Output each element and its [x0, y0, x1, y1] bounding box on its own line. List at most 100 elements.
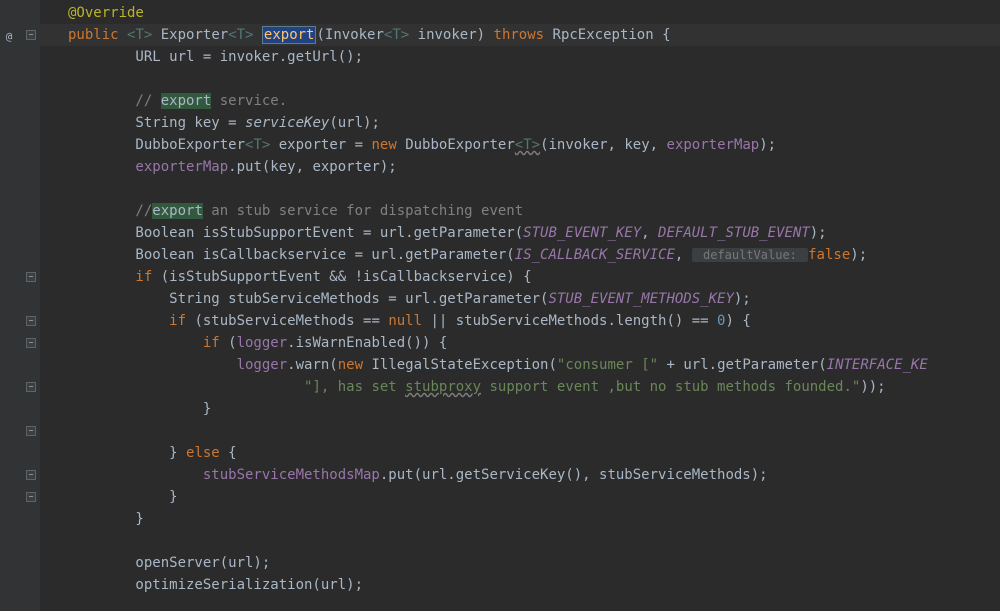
code-line[interactable]: } else { — [40, 442, 1000, 464]
punct: ); — [734, 291, 751, 307]
param-name: invoker) — [409, 27, 493, 43]
code-line[interactable]: } — [40, 398, 1000, 420]
code-line[interactable]: Boolean isStubSupportEvent = url.getPara… — [40, 222, 1000, 244]
constant: IS_CALLBACK_SERVICE — [515, 247, 675, 263]
keyword-new: new — [338, 357, 363, 373]
punct: , — [675, 247, 692, 263]
code-line[interactable] — [40, 68, 1000, 90]
field-ref: stubServiceMethodsMap — [203, 467, 380, 483]
code-line[interactable]: logger.warn(new IllegalStateException("c… — [40, 354, 1000, 376]
statement: ); — [759, 137, 776, 153]
fold-marker[interactable]: − — [26, 492, 36, 502]
code-line[interactable] — [40, 178, 1000, 200]
indent — [68, 467, 203, 483]
keyword-throws: throws — [494, 27, 545, 43]
keyword-if: if — [68, 313, 186, 329]
generics: <T> — [127, 27, 152, 43]
generics: <T> — [228, 27, 253, 43]
code-line[interactable]: "], has set stubproxy support event ,but… — [40, 376, 1000, 398]
code-line[interactable] — [40, 530, 1000, 552]
keyword-else: else — [186, 445, 220, 461]
field-ref: logger — [237, 335, 288, 351]
code-line[interactable]: DubboExporter<T> exporter = new DubboExp… — [40, 134, 1000, 156]
string: "consumer [" — [557, 357, 658, 373]
code-line[interactable]: String stubServiceMethods = url.getParam… — [40, 288, 1000, 310]
string-typo: stubproxy — [405, 379, 481, 395]
params: (Invoker — [316, 27, 383, 43]
fold-marker[interactable]: − — [26, 426, 36, 436]
code-line[interactable]: optimizeSerialization(url); — [40, 574, 1000, 596]
method-call-italic: serviceKey — [245, 115, 329, 131]
indent — [68, 379, 304, 395]
condition: || stubServiceMethods.length() == — [422, 313, 717, 329]
constant: STUB_EVENT_METHODS_KEY — [548, 291, 733, 307]
field-ref: logger — [237, 357, 288, 373]
keyword-public: public — [68, 27, 119, 43]
keyword-if: if — [68, 269, 152, 285]
method-call: .warn( — [287, 357, 338, 373]
comment: an stub service for dispatching event — [203, 203, 523, 219]
keyword-if: if — [68, 335, 220, 351]
search-match: export — [161, 93, 212, 109]
code-line[interactable]: // export service. — [40, 90, 1000, 112]
fold-marker[interactable]: − — [26, 382, 36, 392]
condition: (isStubSupportEvent && !isCallbackservic… — [152, 269, 531, 285]
method-name-highlighted: export — [262, 26, 317, 44]
code-line[interactable]: openServer(url); — [40, 552, 1000, 574]
code-line[interactable]: URL url = invoker.getUrl(); — [40, 46, 1000, 68]
override-gutter-icon[interactable]: @ — [2, 26, 16, 40]
exception-type: RpcException { — [544, 27, 670, 43]
code-line[interactable]: public <T> Exporter<T> export(Invoker<T>… — [40, 24, 1000, 46]
code-line[interactable]: Boolean isCallbackservice = url.getParam… — [40, 244, 1000, 266]
keyword-false: false — [808, 247, 850, 263]
expr: + url.getParameter( — [658, 357, 827, 373]
fold-marker[interactable]: − — [26, 272, 36, 282]
indent — [68, 357, 237, 373]
statement: String key = — [68, 115, 245, 131]
fold-marker[interactable]: − — [26, 30, 36, 40]
editor-gutter: @ − − − − − − − − — [0, 0, 40, 611]
generics: <T> — [245, 137, 270, 153]
code-line[interactable]: if (logger.isWarnEnabled()) { — [40, 332, 1000, 354]
code-line[interactable]: if (isStubSupportEvent && !isCallbackser… — [40, 266, 1000, 288]
code-line[interactable] — [40, 596, 1000, 611]
generics: <T> — [384, 27, 409, 43]
fold-marker[interactable]: − — [26, 316, 36, 326]
args: (invoker, key, — [540, 137, 666, 153]
brace: } — [68, 445, 186, 461]
condition: ( — [220, 335, 237, 351]
code-line[interactable]: String key = serviceKey(url); — [40, 112, 1000, 134]
string: "], has set — [304, 379, 405, 395]
statement: .put(key, exporter); — [228, 159, 397, 175]
code-line[interactable]: } — [40, 486, 1000, 508]
brace: { — [220, 445, 237, 461]
code-line[interactable]: //export an stub service for dispatching… — [40, 200, 1000, 222]
code-line[interactable]: stubServiceMethodsMap.put(url.getService… — [40, 464, 1000, 486]
statement: .put(url.getServiceKey(), stubServiceMet… — [380, 467, 768, 483]
constant: STUB_EVENT_KEY — [523, 225, 641, 241]
statement: Boolean isStubSupportEvent = url.getPara… — [68, 225, 523, 241]
statement: String stubServiceMethods = url.getParam… — [68, 291, 548, 307]
statement: openServer(url); — [68, 555, 270, 571]
keyword-null: null — [388, 313, 422, 329]
code-line[interactable]: exporterMap.put(key, exporter); — [40, 156, 1000, 178]
string: support event ,but no stub methods found… — [481, 379, 860, 395]
code-line[interactable] — [40, 420, 1000, 442]
field-ref: exporterMap — [667, 137, 760, 153]
code-line[interactable]: } — [40, 508, 1000, 530]
code-editor[interactable]: @ − − − − − − − − @Override public <T> E… — [0, 0, 1000, 611]
comment: service. — [211, 93, 287, 109]
code-line[interactable]: @Override — [40, 2, 1000, 24]
code-content[interactable]: @Override public <T> Exporter<T> export(… — [40, 0, 1000, 611]
search-match: export — [152, 203, 203, 219]
fold-marker[interactable]: − — [26, 338, 36, 348]
annotation: @Override — [68, 5, 144, 21]
code-line[interactable]: if (stubServiceMethods == null || stubSe… — [40, 310, 1000, 332]
inlay-hint: defaultValue: — [692, 248, 808, 262]
brace: } — [68, 489, 178, 505]
type: IllegalStateException( — [363, 357, 557, 373]
fold-marker[interactable]: − — [26, 470, 36, 480]
constant: INTERFACE_KE — [827, 357, 928, 373]
comment: // — [68, 203, 152, 219]
punct: ); — [850, 247, 867, 263]
